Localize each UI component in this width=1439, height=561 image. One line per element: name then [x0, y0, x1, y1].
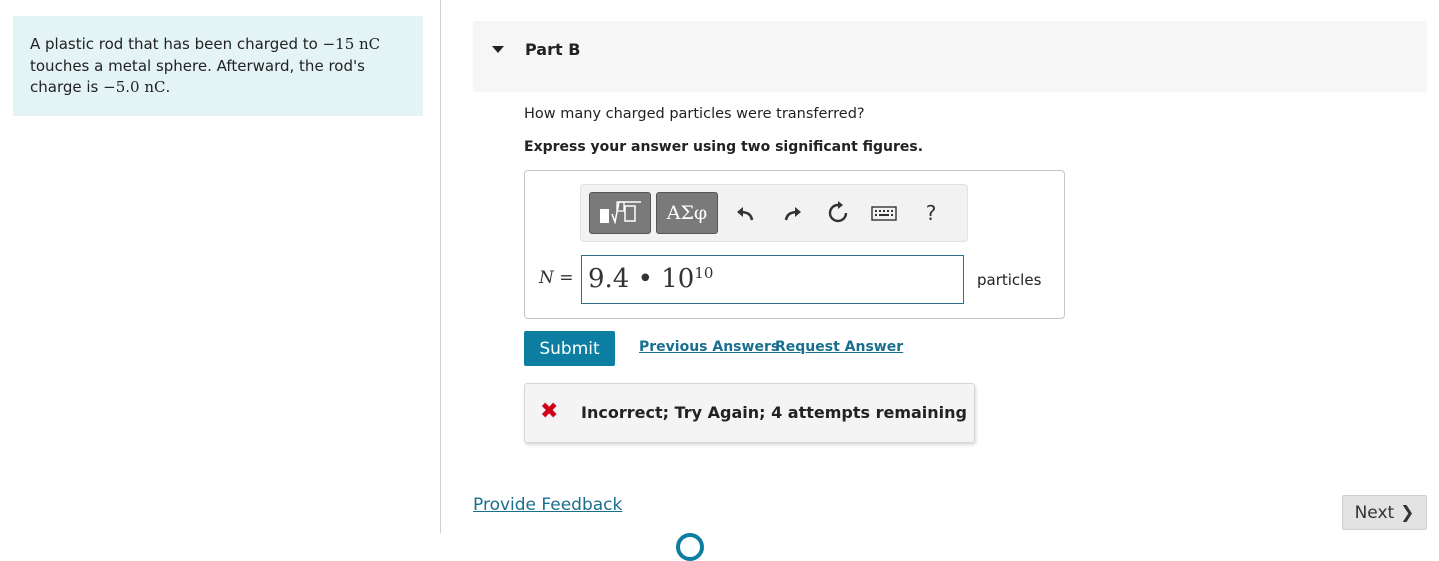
next-label: Next [1354, 502, 1395, 523]
answer-units: particles [977, 271, 1042, 289]
variable-symbol: N [539, 268, 554, 288]
keyboard-icon[interactable] [870, 199, 898, 227]
templates-button[interactable] [589, 192, 651, 234]
equals-sign: = [553, 268, 574, 288]
question-instruction: Express your answer using two significan… [524, 139, 924, 155]
answer-input[interactable]: 9.4 • 1010 [581, 255, 964, 304]
problem-statement: A plastic rod that has been charged to −… [13, 16, 423, 116]
problem-text-middle: touches a metal sphere. Afterward, the r… [30, 56, 365, 97]
incorrect-x-icon: ✖ [540, 399, 559, 424]
undo-icon[interactable] [731, 199, 759, 227]
chevron-right-icon: ❯ [1400, 502, 1415, 523]
question-prompt: How many charged particles were transfer… [524, 106, 865, 122]
templates-icon [600, 201, 641, 225]
answer-mantissa: 9.4 • 10 [588, 264, 695, 294]
math-toolbar: ΑΣφ ? [580, 184, 968, 242]
pearson-logo [676, 533, 704, 561]
request-answer-link[interactable]: Request Answer [775, 339, 903, 355]
column-divider [440, 0, 441, 533]
answer-exponent: 10 [694, 264, 714, 282]
submit-button[interactable]: Submit [524, 331, 615, 366]
collapse-caret-icon[interactable] [492, 46, 504, 53]
feedback-text: Incorrect; Try Again; 4 attempts remaini… [581, 403, 968, 422]
redo-icon[interactable] [779, 199, 807, 227]
initial-charge: −15 nC [322, 35, 381, 53]
reset-icon[interactable] [824, 199, 852, 227]
previous-answers-link[interactable]: Previous Answers [639, 339, 779, 355]
help-icon[interactable]: ? [917, 199, 945, 227]
next-button[interactable]: Next ❯ [1342, 495, 1427, 530]
greek-symbols-button[interactable]: ΑΣφ [656, 192, 718, 234]
provide-feedback-link[interactable]: Provide Feedback [473, 495, 622, 515]
answer-variable-label: N = [539, 268, 574, 288]
problem-text-before: A plastic rod that has been charged to [30, 35, 323, 53]
problem-text-end: . [165, 78, 171, 96]
part-title: Part B [525, 40, 581, 59]
final-charge: −5.0 nC [103, 78, 166, 96]
part-header[interactable]: Part B [473, 21, 1427, 92]
answer-area: ΑΣφ ? N = 9.4 • 1010 particles [524, 170, 1065, 319]
feedback-message-box: ✖ Incorrect; Try Again; 4 attempts remai… [524, 383, 975, 443]
